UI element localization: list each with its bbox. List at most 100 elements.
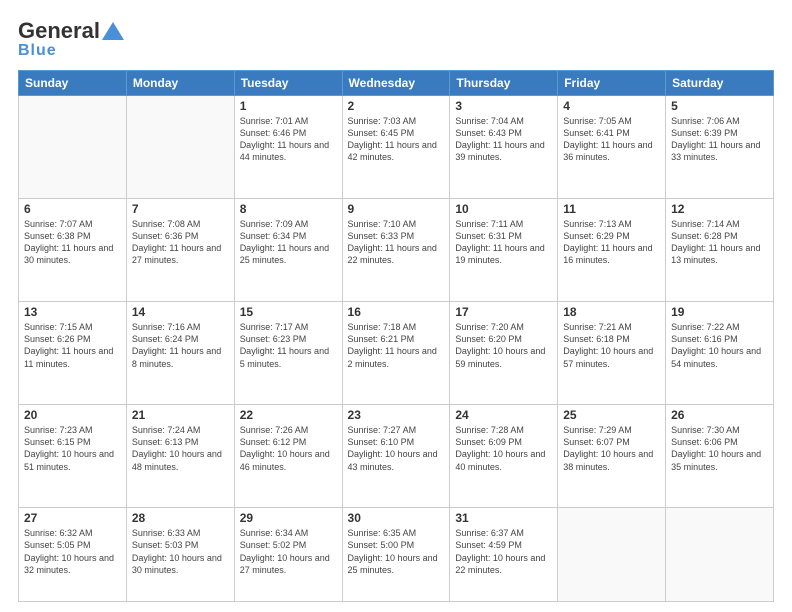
calendar-cell: 25 Sunrise: 7:29 AM Sunset: 6:07 PM Dayli… bbox=[558, 405, 666, 508]
calendar-cell: 5 Sunrise: 7:06 AM Sunset: 6:39 PM Daylig… bbox=[666, 96, 774, 199]
day-number: 17 bbox=[455, 305, 552, 319]
week-row-2: 6 Sunrise: 7:07 AM Sunset: 6:38 PM Daylig… bbox=[19, 199, 774, 302]
day-info: Sunrise: 7:01 AM Sunset: 6:46 PM Dayligh… bbox=[240, 115, 337, 164]
day-info: Sunrise: 7:28 AM Sunset: 6:09 PM Dayligh… bbox=[455, 424, 552, 473]
calendar-cell: 23 Sunrise: 7:27 AM Sunset: 6:10 PM Dayli… bbox=[342, 405, 450, 508]
day-info: Sunrise: 7:15 AM Sunset: 6:26 PM Dayligh… bbox=[24, 321, 121, 370]
day-info: Sunrise: 7:27 AM Sunset: 6:10 PM Dayligh… bbox=[348, 424, 445, 473]
calendar-cell bbox=[666, 508, 774, 602]
day-number: 28 bbox=[132, 511, 229, 525]
calendar-cell: 20Sunrise: 7:23 AM Sunset: 6:15 PM Dayli… bbox=[19, 405, 127, 508]
calendar-cell: 10 Sunrise: 7:11 AM Sunset: 6:31 PM Dayli… bbox=[450, 199, 558, 302]
day-number: 13 bbox=[24, 305, 121, 319]
day-info: Sunrise: 7:29 AM Sunset: 6:07 PM Dayligh… bbox=[563, 424, 660, 473]
day-number: 25 bbox=[563, 408, 660, 422]
calendar-cell: 31 Sunrise: 6:37 AM Sunset: 4:59 PM Dayli… bbox=[450, 508, 558, 602]
week-row-3: 13 Sunrise: 7:15 AM Sunset: 6:26 PM Dayli… bbox=[19, 302, 774, 405]
day-number: 1 bbox=[240, 99, 337, 113]
day-info: Sunrise: 6:35 AM Sunset: 5:00 PM Dayligh… bbox=[348, 527, 445, 576]
calendar-cell: 14Sunrise: 7:16 AM Sunset: 6:24 PM Dayli… bbox=[126, 302, 234, 405]
day-number: 2 bbox=[348, 99, 445, 113]
calendar-cell: 24Sunrise: 7:28 AM Sunset: 6:09 PM Dayli… bbox=[450, 405, 558, 508]
day-number: 15 bbox=[240, 305, 337, 319]
weekday-header-sunday: Sunday bbox=[19, 71, 127, 96]
day-number: 16 bbox=[348, 305, 445, 319]
day-info: Sunrise: 6:32 AM Sunset: 5:05 PM Dayligh… bbox=[24, 527, 121, 576]
day-info: Sunrise: 6:37 AM Sunset: 4:59 PM Dayligh… bbox=[455, 527, 552, 576]
day-number: 31 bbox=[455, 511, 552, 525]
calendar-cell: 18 Sunrise: 7:21 AM Sunset: 6:18 PM Dayli… bbox=[558, 302, 666, 405]
day-info: Sunrise: 6:33 AM Sunset: 5:03 PM Dayligh… bbox=[132, 527, 229, 576]
day-info: Sunrise: 7:06 AM Sunset: 6:39 PM Dayligh… bbox=[671, 115, 768, 164]
weekday-header-tuesday: Tuesday bbox=[234, 71, 342, 96]
day-info: Sunrise: 7:21 AM Sunset: 6:18 PM Dayligh… bbox=[563, 321, 660, 370]
day-number: 23 bbox=[348, 408, 445, 422]
weekday-header-thursday: Thursday bbox=[450, 71, 558, 96]
calendar-cell: 7Sunrise: 7:08 AM Sunset: 6:36 PM Daylig… bbox=[126, 199, 234, 302]
calendar-cell: 1 Sunrise: 7:01 AM Sunset: 6:46 PM Daylig… bbox=[234, 96, 342, 199]
calendar-cell: 9 Sunrise: 7:10 AM Sunset: 6:33 PM Daylig… bbox=[342, 199, 450, 302]
day-number: 8 bbox=[240, 202, 337, 216]
week-row-4: 20Sunrise: 7:23 AM Sunset: 6:15 PM Dayli… bbox=[19, 405, 774, 508]
calendar-cell: 12 Sunrise: 7:14 AM Sunset: 6:28 PM Dayli… bbox=[666, 199, 774, 302]
calendar-body: 1 Sunrise: 7:01 AM Sunset: 6:46 PM Daylig… bbox=[19, 96, 774, 602]
calendar-cell: 16 Sunrise: 7:18 AM Sunset: 6:21 PM Dayli… bbox=[342, 302, 450, 405]
day-info: Sunrise: 7:20 AM Sunset: 6:20 PM Dayligh… bbox=[455, 321, 552, 370]
day-info: Sunrise: 7:09 AM Sunset: 6:34 PM Dayligh… bbox=[240, 218, 337, 267]
day-info: Sunrise: 7:03 AM Sunset: 6:45 PM Dayligh… bbox=[348, 115, 445, 164]
day-info: Sunrise: 7:08 AM Sunset: 6:36 PM Dayligh… bbox=[132, 218, 229, 267]
logo-text-general: General bbox=[18, 18, 100, 44]
day-info: Sunrise: 7:14 AM Sunset: 6:28 PM Dayligh… bbox=[671, 218, 768, 267]
calendar-cell: 22Sunrise: 7:26 AM Sunset: 6:12 PM Dayli… bbox=[234, 405, 342, 508]
calendar-cell: 29 Sunrise: 6:34 AM Sunset: 5:02 PM Dayli… bbox=[234, 508, 342, 602]
weekday-header-saturday: Saturday bbox=[666, 71, 774, 96]
day-number: 30 bbox=[348, 511, 445, 525]
day-number: 4 bbox=[563, 99, 660, 113]
calendar-cell: 8 Sunrise: 7:09 AM Sunset: 6:34 PM Daylig… bbox=[234, 199, 342, 302]
day-number: 9 bbox=[348, 202, 445, 216]
day-info: Sunrise: 6:34 AM Sunset: 5:02 PM Dayligh… bbox=[240, 527, 337, 576]
calendar-cell bbox=[19, 96, 127, 199]
calendar-cell: 13 Sunrise: 7:15 AM Sunset: 6:26 PM Dayli… bbox=[19, 302, 127, 405]
calendar-cell: 27 Sunrise: 6:32 AM Sunset: 5:05 PM Dayli… bbox=[19, 508, 127, 602]
day-number: 27 bbox=[24, 511, 121, 525]
day-number: 12 bbox=[671, 202, 768, 216]
logo-line: General bbox=[18, 18, 124, 44]
page-header: General Blue bbox=[18, 18, 774, 60]
day-number: 22 bbox=[240, 408, 337, 422]
weekday-header-friday: Friday bbox=[558, 71, 666, 96]
day-number: 29 bbox=[240, 511, 337, 525]
calendar-cell bbox=[558, 508, 666, 602]
day-number: 26 bbox=[671, 408, 768, 422]
calendar-header: SundayMondayTuesdayWednesdayThursdayFrid… bbox=[19, 71, 774, 96]
calendar-cell: 17 Sunrise: 7:20 AM Sunset: 6:20 PM Dayli… bbox=[450, 302, 558, 405]
calendar-cell: 30 Sunrise: 6:35 AM Sunset: 5:00 PM Dayli… bbox=[342, 508, 450, 602]
weekday-header-wednesday: Wednesday bbox=[342, 71, 450, 96]
day-number: 10 bbox=[455, 202, 552, 216]
weekday-row: SundayMondayTuesdayWednesdayThursdayFrid… bbox=[19, 71, 774, 96]
calendar-cell: 6 Sunrise: 7:07 AM Sunset: 6:38 PM Daylig… bbox=[19, 199, 127, 302]
day-number: 11 bbox=[563, 202, 660, 216]
day-info: Sunrise: 7:24 AM Sunset: 6:13 PM Dayligh… bbox=[132, 424, 229, 473]
calendar-cell: 11Sunrise: 7:13 AM Sunset: 6:29 PM Dayli… bbox=[558, 199, 666, 302]
day-info: Sunrise: 7:18 AM Sunset: 6:21 PM Dayligh… bbox=[348, 321, 445, 370]
weekday-header-monday: Monday bbox=[126, 71, 234, 96]
day-info: Sunrise: 7:10 AM Sunset: 6:33 PM Dayligh… bbox=[348, 218, 445, 267]
calendar-cell: 19Sunrise: 7:22 AM Sunset: 6:16 PM Dayli… bbox=[666, 302, 774, 405]
calendar-cell: 3Sunrise: 7:04 AM Sunset: 6:43 PM Daylig… bbox=[450, 96, 558, 199]
day-info: Sunrise: 7:16 AM Sunset: 6:24 PM Dayligh… bbox=[132, 321, 229, 370]
day-info: Sunrise: 7:05 AM Sunset: 6:41 PM Dayligh… bbox=[563, 115, 660, 164]
day-info: Sunrise: 7:11 AM Sunset: 6:31 PM Dayligh… bbox=[455, 218, 552, 267]
day-number: 18 bbox=[563, 305, 660, 319]
day-number: 3 bbox=[455, 99, 552, 113]
calendar-page: General Blue SundayMondayTuesdayWednesda… bbox=[0, 0, 792, 612]
day-info: Sunrise: 7:07 AM Sunset: 6:38 PM Dayligh… bbox=[24, 218, 121, 267]
calendar-cell bbox=[126, 96, 234, 199]
day-info: Sunrise: 7:17 AM Sunset: 6:23 PM Dayligh… bbox=[240, 321, 337, 370]
day-number: 6 bbox=[24, 202, 121, 216]
calendar-cell: 4 Sunrise: 7:05 AM Sunset: 6:41 PM Daylig… bbox=[558, 96, 666, 199]
day-number: 5 bbox=[671, 99, 768, 113]
logo-icon bbox=[102, 20, 124, 42]
calendar-cell: 26Sunrise: 7:30 AM Sunset: 6:06 PM Dayli… bbox=[666, 405, 774, 508]
week-row-1: 1 Sunrise: 7:01 AM Sunset: 6:46 PM Daylig… bbox=[19, 96, 774, 199]
